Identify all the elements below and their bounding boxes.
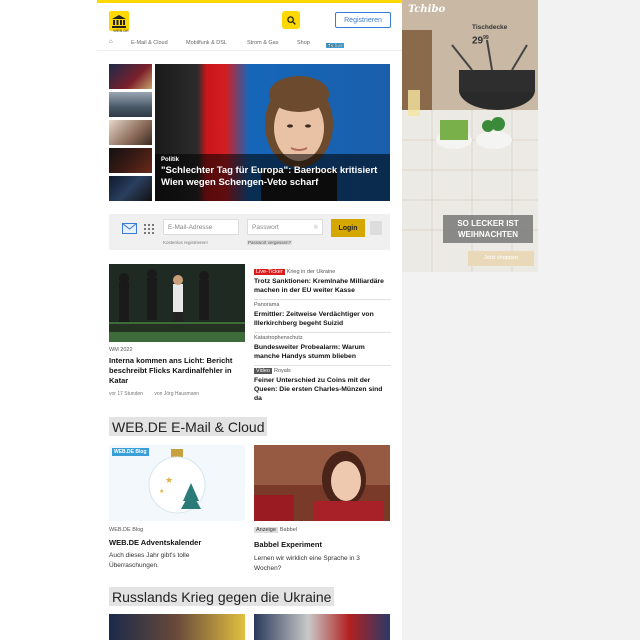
security-icon[interactable] [370, 221, 382, 235]
nav-item-mobile[interactable]: Mobilfunk & DSL [186, 40, 227, 46]
nav-item-shop[interactable]: Shop [297, 40, 310, 46]
main-nav: ⌂ E-Mail & Cloud Mobilfunk & DSL Strom &… [97, 37, 402, 51]
blog-badge: WEB.DE Blog [112, 448, 149, 456]
nav-item-email[interactable]: E-Mail & Cloud [131, 40, 168, 46]
list-item-title[interactable]: Trotz Sanktionen: Kremlnahe Milliardäre … [254, 277, 391, 295]
nav-item-energy[interactable]: Strom & Gas [247, 40, 278, 46]
left-margin [0, 0, 97, 640]
section-heading-ukraine: Russlands Krieg gegen die Ukraine [109, 587, 335, 606]
bank-icon [112, 14, 126, 28]
hero-title[interactable]: "Schlechter Tag für Europa": Baerbock kr… [161, 165, 384, 189]
home-icon[interactable]: ⌂ [109, 39, 113, 45]
hero-thumbnails [109, 64, 152, 201]
ad-product: Tischdecke [472, 24, 508, 31]
list-item-kicker: Panorama [254, 302, 280, 308]
svg-text:★: ★ [159, 488, 164, 495]
news-main-title[interactable]: Interna kommen ans Licht: Bericht beschr… [109, 356, 245, 386]
search-icon [286, 15, 296, 25]
thumbnail-3[interactable] [109, 120, 152, 145]
card-title[interactable]: WEB.DE Adventskalender [109, 538, 201, 547]
woman-photo [254, 445, 390, 521]
thumbnail-1[interactable] [109, 64, 152, 89]
list-item[interactable]: Panorama Ermittler: Zeitweise Verdächtig… [254, 300, 391, 333]
svg-text:★: ★ [165, 475, 173, 485]
ad-price-main: 29 [472, 35, 484, 47]
list-item[interactable]: Live-Ticker Krieg in der Ukraine Trotz Sa… [254, 267, 391, 300]
card-kicker: Anzeige Babbel [254, 527, 297, 533]
logo-text: WEB.DE [113, 28, 129, 33]
list-item-title[interactable]: Ermittler: Zeitweise Verdächtiger von Il… [254, 310, 391, 328]
register-button[interactable]: Registrieren [335, 12, 391, 28]
list-item[interactable]: Katastrophenschutz Bundesweiter Probeala… [254, 333, 391, 366]
news-main-kicker: WM 2022 [109, 347, 133, 353]
page-content: WEB.DE Registrieren ⌂ E-Mail & Cloud Mob… [97, 0, 402, 640]
hero-caption: Politik "Schlechter Tag für Europa": Bae… [155, 154, 390, 201]
ad-price: 2999 [472, 35, 489, 46]
list-item-kicker: Krieg in der Ukraine [286, 269, 336, 275]
thumbnail-4[interactable] [109, 148, 152, 173]
ad-cta-button[interactable]: Jetzt shoppen [468, 251, 534, 266]
section-heading-email: WEB.DE E-Mail & Cloud [109, 417, 268, 436]
news-main-image[interactable] [109, 264, 245, 342]
card-text: Lernen wir wirklich eine Sprache in 3 Wo… [254, 555, 360, 572]
ad-headline: SO LECKER IST WEIHNACHTEN [443, 215, 533, 243]
thumbnail-2[interactable] [109, 92, 152, 117]
card-text: Auch dieses Jahr gibt's tolle Überraschu… [109, 552, 190, 569]
apps-grid-icon[interactable] [144, 224, 154, 234]
news-main-author: von Jörg Hausmann [154, 391, 200, 397]
ad-brand: Tchibo [408, 4, 446, 15]
thumbnail-5[interactable] [109, 176, 152, 201]
search-button[interactable] [282, 11, 300, 29]
list-item[interactable]: Video Royals Feiner Unterschied zu Coins … [254, 366, 391, 407]
password-placeholder: Passwort [252, 224, 279, 231]
football-photo [109, 264, 245, 342]
login-bar: E-Mail-Adresse Passwort ◎ Login Kostenlo… [109, 214, 390, 250]
video-badge: Video [254, 368, 272, 374]
ornament-image: ★ ★ [109, 445, 245, 521]
card-image-advent[interactable]: ★ ★ WEB.DE Blog [109, 445, 245, 521]
email-field[interactable]: E-Mail-Adresse [163, 219, 239, 235]
hero-teaser[interactable]: Politik "Schlechter Tag für Europa": Bae… [155, 64, 390, 201]
ad-price-cents: 99 [483, 35, 489, 41]
card-title[interactable]: Babbel Experiment [254, 540, 322, 549]
list-item-title[interactable]: Bundesweiter Probealarm: Warum manche Ha… [254, 343, 391, 361]
news-list: Live-Ticker Krieg in der Ukraine Trotz Sa… [254, 267, 391, 407]
nav-item-games: Spiele [326, 43, 342, 49]
card-image-babbel[interactable] [254, 445, 390, 521]
live-ticker-badge: Live-Ticker [254, 269, 285, 275]
hero-kicker: Politik [161, 157, 180, 163]
forgot-password-link[interactable]: Passwort vergessen? [247, 240, 293, 245]
mail-icon [122, 223, 137, 234]
header: WEB.DE Registrieren [97, 6, 402, 36]
card-image-ukraine-1[interactable] [109, 614, 245, 640]
card-kicker-text: Babbel [279, 527, 298, 533]
news-main-time: vor 17 Stunden [109, 391, 143, 397]
card-image-ukraine-2[interactable] [254, 614, 390, 640]
login-button[interactable]: Login [331, 219, 365, 237]
card-kicker: WEB.DE Blog [109, 527, 144, 533]
list-item-title[interactable]: Feiner Unterschied zu Coins mit der Quee… [254, 376, 391, 403]
news-main-meta: vor 17 Stunden von Jörg Hausmann [109, 391, 209, 397]
password-field[interactable]: Passwort ◎ [247, 219, 323, 235]
ad-tag: Anzeige [254, 527, 278, 533]
list-item-kicker: Katastrophenschutz [254, 335, 303, 341]
list-item-kicker: Royals [273, 368, 291, 374]
register-free-link[interactable]: Kostenlos registrieren! [163, 240, 208, 245]
tchibo-ad[interactable]: Tchibo Tischdecke 2999 SO LECKER IST WEI… [402, 0, 538, 272]
show-password-icon[interactable]: ◎ [314, 224, 318, 230]
